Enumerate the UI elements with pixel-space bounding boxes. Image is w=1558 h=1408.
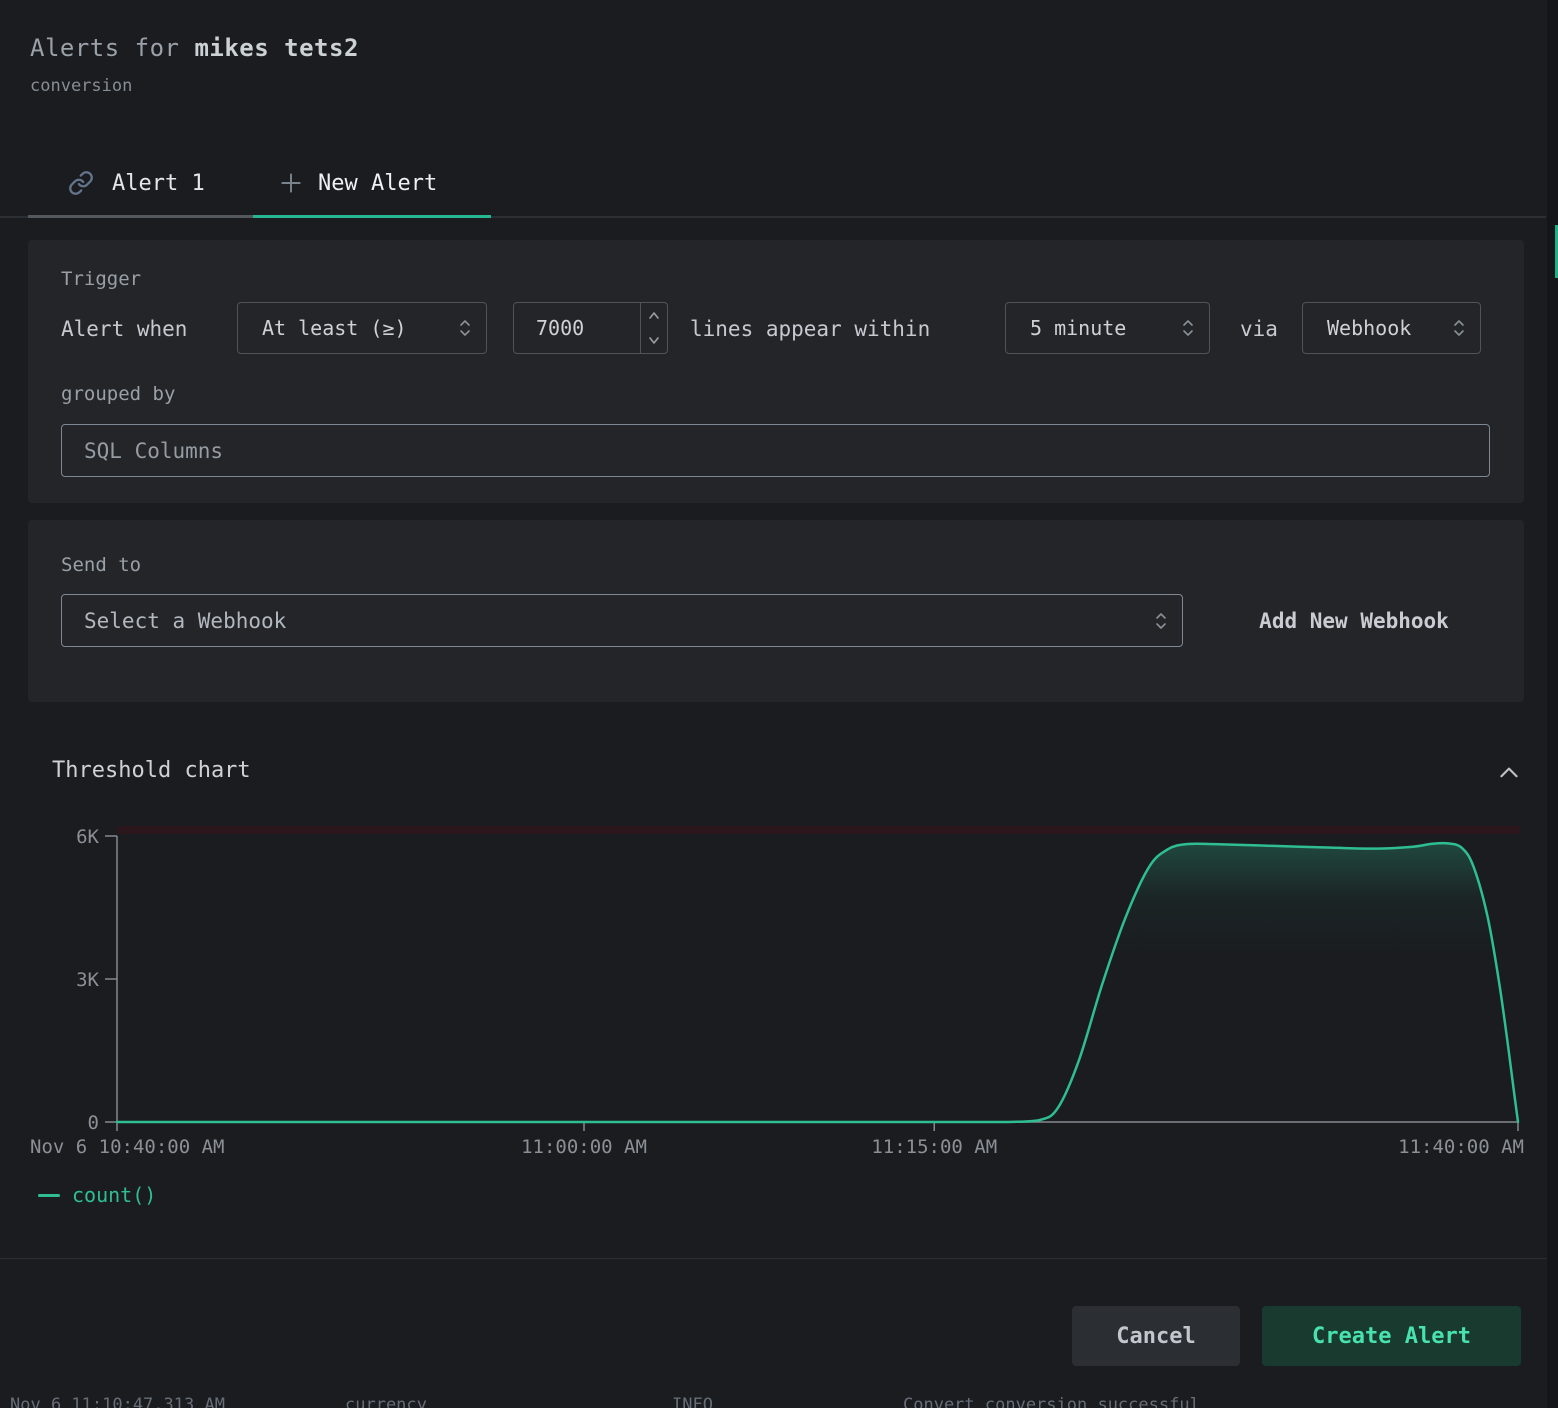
log-timestamp: Nov 6 11:10:47.313 AM	[10, 1395, 225, 1408]
send-to-panel: Send to Select a Webhook Add New Webhook	[28, 520, 1524, 702]
page-title-source-name: mikes tets2	[194, 34, 358, 62]
tab-new-alert[interactable]: New Alert	[253, 150, 491, 216]
tab-new-alert-active-underline	[253, 215, 491, 218]
lines-appear-text: lines appear within	[690, 317, 930, 341]
footer-separator	[0, 1258, 1558, 1259]
channel-select[interactable]: Webhook	[1302, 302, 1481, 354]
link-icon	[68, 170, 94, 196]
svg-text:3K: 3K	[76, 969, 99, 991]
chevron-up-icon	[1496, 760, 1522, 786]
legend-line-swatch	[38, 1194, 60, 1197]
threshold-chart-title: Threshold chart	[52, 758, 251, 783]
tab-new-alert-label: New Alert	[318, 171, 437, 196]
log-service: currency	[345, 1395, 427, 1408]
cancel-button[interactable]: Cancel	[1072, 1306, 1240, 1366]
chevron-updown-icon	[1181, 317, 1195, 339]
chevron-updown-icon	[458, 317, 472, 339]
page-behind-modal-strip	[1547, 0, 1558, 1408]
via-text: via	[1240, 317, 1278, 341]
stepper-down-button[interactable]	[641, 328, 667, 353]
background-log-row: Nov 6 11:10:47.313 AM currency INFO Conv…	[0, 1395, 1558, 1408]
webhook-select-value: Select a Webhook	[84, 609, 286, 633]
log-message: Convert conversion successful	[903, 1395, 1200, 1408]
legend-series-label: count()	[72, 1183, 156, 1207]
grouped-by-label: grouped by	[61, 383, 175, 405]
svg-text:Nov 6 10:40:00 AM: Nov 6 10:40:00 AM	[30, 1136, 224, 1158]
svg-text:11:15:00 AM: 11:15:00 AM	[871, 1136, 997, 1158]
comparator-select-value: At least (≥)	[262, 316, 407, 340]
threshold-input[interactable]	[514, 303, 640, 353]
create-alert-button[interactable]: Create Alert	[1262, 1306, 1521, 1366]
page-title: Alerts for mikes tets2	[30, 34, 359, 62]
trigger-section-label: Trigger	[61, 268, 141, 290]
chevron-updown-icon	[1452, 317, 1466, 339]
trigger-panel: Trigger Alert when At least (≥) lines ap	[28, 240, 1524, 503]
log-level: INFO	[672, 1395, 713, 1408]
collapse-chart-button[interactable]	[1494, 758, 1524, 788]
grouped-by-input[interactable]	[61, 424, 1490, 477]
threshold-number-input-group	[513, 302, 668, 354]
svg-text:6K: 6K	[76, 826, 99, 848]
svg-text:11:00:00 AM: 11:00:00 AM	[521, 1136, 647, 1158]
channel-select-value: Webhook	[1327, 316, 1411, 340]
chevron-updown-icon	[1154, 610, 1168, 632]
threshold-chart: 6K 3K 0Nov 6 10:40:00 AM 11:00:00 AM 11:15:0…	[0, 815, 1558, 1160]
alert-when-text: Alert when	[61, 317, 187, 341]
page-subtitle: conversion	[30, 76, 132, 96]
add-new-webhook-button[interactable]: Add New Webhook	[1245, 594, 1463, 647]
comparator-select[interactable]: At least (≥)	[237, 302, 487, 354]
plus-icon	[278, 170, 304, 196]
time-window-select[interactable]: 5 minute	[1005, 302, 1210, 354]
tab-alert-1[interactable]: Alert 1	[28, 150, 253, 216]
svg-text:0: 0	[88, 1112, 99, 1134]
webhook-select[interactable]: Select a Webhook	[61, 594, 1183, 647]
send-to-label: Send to	[61, 554, 141, 576]
tab-alert-1-underline	[28, 215, 253, 218]
threshold-stepper	[640, 303, 667, 353]
alert-dialog: Alerts for mikes tets2 conversion Alert …	[0, 0, 1558, 1408]
page-title-prefix: Alerts for	[30, 34, 194, 62]
time-window-select-value: 5 minute	[1030, 316, 1126, 340]
tab-alert-1-label: Alert 1	[112, 171, 205, 196]
svg-text:11:40:00 AM: 11:40:00 AM	[1398, 1136, 1524, 1158]
stepper-up-button[interactable]	[641, 303, 667, 328]
chart-legend: count()	[38, 1183, 156, 1207]
